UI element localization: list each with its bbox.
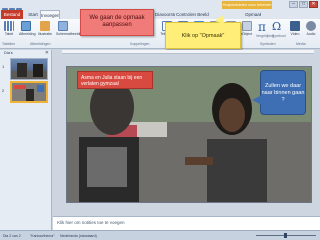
minimize-button[interactable]: – xyxy=(289,1,298,8)
speaker-icon xyxy=(306,21,316,31)
table-button[interactable]: Tabel xyxy=(2,21,16,41)
thumb-number-1: 1 xyxy=(2,64,5,69)
speech-bubble-asma-julia[interactable]: Asma en Julia staan bij een verlaten gym… xyxy=(77,71,153,89)
symbol-icon[interactable]: Ω xyxy=(272,20,281,33)
tab-review[interactable]: Controleren xyxy=(176,10,196,19)
tab-file[interactable]: Bestand xyxy=(1,10,23,19)
notes-pane[interactable]: Klik hier om notities toe te voegen xyxy=(53,216,320,230)
table-icon xyxy=(4,21,14,31)
slide-thumbnail-1[interactable] xyxy=(10,58,48,80)
group-label-tables: Tabellen xyxy=(2,42,16,46)
horizontal-ruler xyxy=(62,50,314,54)
ribbon-insert: Tabel Afbeelding Illustratie Schermafbee… xyxy=(0,19,320,49)
object-button[interactable]: Object xyxy=(240,21,254,41)
audio-button[interactable]: Audio xyxy=(304,21,318,41)
slide-counter: Dia 2 van 2 xyxy=(3,234,21,238)
tutorial-note-click-format: Klik op "Opmaak" xyxy=(165,22,241,49)
picture-button[interactable]: Afbeelding xyxy=(19,21,36,41)
picture-icon xyxy=(21,21,31,31)
slide-thumbnail-2[interactable] xyxy=(10,81,48,103)
thumbnail-image-1 xyxy=(11,63,47,79)
drawing-tools-context-tab: Hulpmiddelen voor tekenen xyxy=(222,1,272,9)
group-label-links: Koppelingen xyxy=(130,42,150,46)
tab-slides[interactable]: Dia's xyxy=(4,50,13,55)
tab-start[interactable]: Start xyxy=(26,10,40,19)
panel-close-icon[interactable]: ✕ xyxy=(45,50,49,56)
window-controls: – □ ✕ xyxy=(289,1,318,9)
equation-icon[interactable]: π xyxy=(258,20,266,34)
speech-bubble-question[interactable]: Zullen we daar naar binnen gaan ? xyxy=(252,70,306,115)
ribbon-tab-row: Bestand Start Invoegen Diavoorstelling C… xyxy=(0,10,320,19)
group-label-images: Afbeeldingen xyxy=(30,42,51,46)
thumbnail-image-2 xyxy=(12,83,46,101)
slides-panel: Dia's ✕ 1 2 xyxy=(0,50,52,230)
zoom-slider[interactable] xyxy=(256,233,316,238)
tab-slideshow[interactable]: Diavoorstelling xyxy=(155,10,175,19)
tab-view[interactable]: Beeld xyxy=(197,10,209,19)
status-bar: Dia 2 van 2 "Kantoorthema" Nederlands (s… xyxy=(0,230,320,240)
thumb-number-2: 2 xyxy=(2,88,5,93)
close-button[interactable]: ✕ xyxy=(309,1,318,8)
object-icon xyxy=(242,21,252,31)
screenshot-icon xyxy=(58,21,68,31)
language-indicator[interactable]: Nederlands (standaard) xyxy=(60,234,97,238)
maximize-button[interactable]: □ xyxy=(299,1,308,8)
title-bar: Hulpmiddelen voor tekenen – □ ✕ xyxy=(0,0,320,14)
clipart-button[interactable]: Illustratie xyxy=(38,21,52,41)
tutorial-note-adjust-format: We gaan de opmaak aanpassen xyxy=(80,9,154,36)
group-label-symbols: Symbolen xyxy=(260,42,276,46)
current-slide[interactable]: Asma en Julia staan bij een verlaten gym… xyxy=(66,66,312,203)
tab-insert[interactable]: Invoegen xyxy=(40,10,60,19)
quick-access-toolbar xyxy=(2,1,26,14)
clipart-icon xyxy=(40,21,50,31)
screenshot-button[interactable]: Schermafbeelding xyxy=(56,21,84,41)
tab-format[interactable]: Opmaak xyxy=(245,10,261,19)
notes-placeholder: Klik hier om notities toe te voegen xyxy=(57,220,125,225)
theme-name: "Kantoorthema" xyxy=(30,234,55,238)
group-label-media: Media xyxy=(296,42,306,46)
symbol-label: Symbool xyxy=(272,34,286,38)
powerpoint-window: Hulpmiddelen voor tekenen – □ ✕ Bestand … xyxy=(0,0,320,240)
video-button[interactable]: Video xyxy=(288,21,302,41)
video-icon xyxy=(290,21,300,31)
